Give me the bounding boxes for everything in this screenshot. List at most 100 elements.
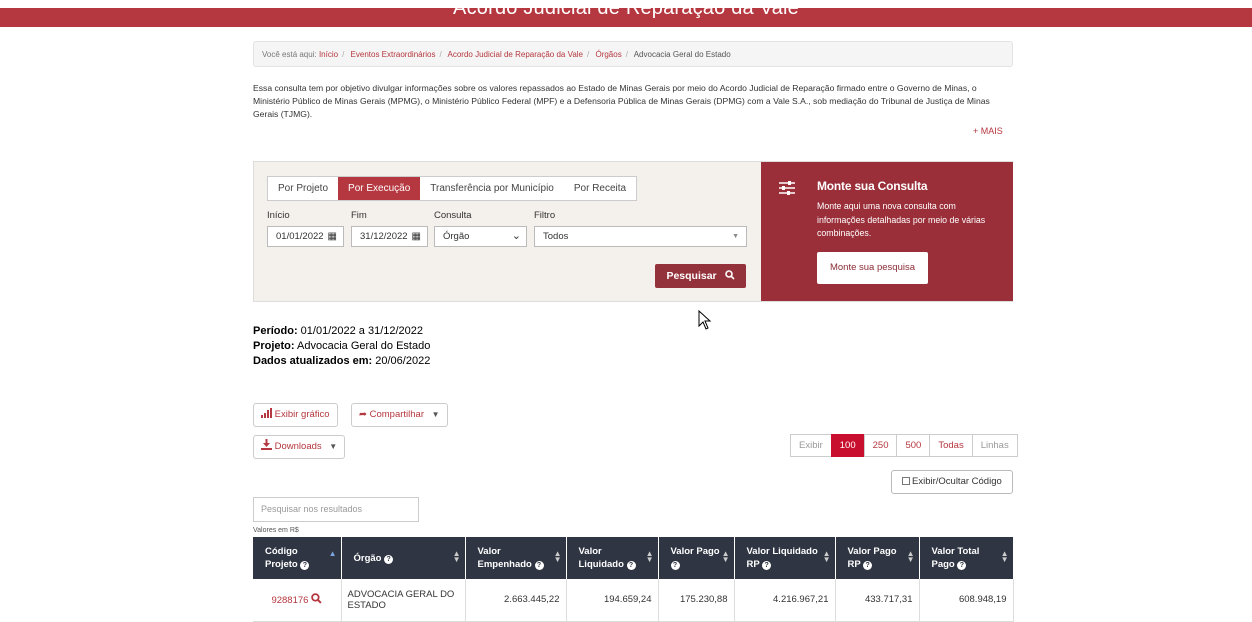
- compartilhar-button[interactable]: ➦ Compartilhar ▼: [351, 403, 448, 427]
- exibir-grafico-button[interactable]: Exibir gráfico: [253, 403, 338, 427]
- exibir-grafico-label: Exibir gráfico: [274, 409, 330, 420]
- compartilhar-label: Compartilhar: [369, 409, 424, 420]
- col-header-codigo[interactable]: Código Projeto ? ▲: [253, 537, 342, 579]
- results-table: Código Projeto ? ▲ Órgão ? ▲ ▼ Valor Empenh…: [253, 537, 1014, 622]
- sort-icon: ▲ ▼: [1000, 549, 1009, 564]
- monte-pesquisa-button[interactable]: Monte sua pesquisa: [817, 252, 928, 284]
- periodo-value: 01/01/2022 a 31/12/2022: [297, 325, 424, 337]
- codigo-link[interactable]: 9288176: [271, 595, 308, 606]
- periodo-label: Período:: [253, 325, 298, 337]
- breadcrumb-eventos[interactable]: Eventos Extraordinários: [351, 50, 436, 59]
- tab-por-projeto[interactable]: Por Projeto: [268, 177, 338, 200]
- cell-valor-liquidado: 194.659,24: [566, 579, 659, 622]
- col-header-valor-liquidado[interactable]: Valor Liquidado ? ▲ ▼: [566, 537, 659, 579]
- calendar-icon: ▦: [327, 231, 337, 242]
- sort-icon: ▲ ▼: [645, 549, 654, 564]
- table-header-row: Código Projeto ? ▲ Órgão ? ▲ ▼ Valor Empenh…: [253, 537, 1014, 579]
- col-header-valor-pago-rp[interactable]: Valor Pago RP ? ▲ ▼: [835, 537, 920, 579]
- search-button-label: Pesquisar: [666, 270, 717, 282]
- col-header-valor-liquidado-rp[interactable]: Valor Liquidado RP ? ▲ ▼: [734, 537, 836, 579]
- more-link[interactable]: + MAIS: [973, 126, 1003, 136]
- calendar-icon: ▦: [411, 231, 421, 242]
- col-header-valor-empenhado[interactable]: Valor Empenhado ? ▲ ▼: [465, 537, 567, 579]
- consulta-select[interactable]: Órgão ⌄: [434, 226, 527, 247]
- col-label: Valor Empenhado: [477, 546, 532, 570]
- caret-down-icon: ▼: [431, 410, 440, 419]
- mouse-pointer-icon: [698, 310, 712, 330]
- projeto-label: Projeto:: [253, 340, 295, 352]
- bar-chart-icon: [261, 408, 272, 418]
- search-button[interactable]: Pesquisar: [655, 264, 746, 288]
- toggle-code-label: Exibir/Ocultar Código: [912, 476, 1002, 487]
- help-icon: ?: [863, 561, 873, 570]
- col-label: Valor Pago: [670, 546, 720, 557]
- col-label: Órgão: [353, 552, 382, 564]
- monte-consulta-box: Monte sua Consulta Monte aqui uma nova c…: [761, 162, 1013, 301]
- downloads-label: Downloads: [274, 441, 322, 452]
- downloads-button[interactable]: Downloads ▼: [253, 435, 346, 459]
- projeto-value: Advocacia Geral do Estado: [294, 340, 431, 352]
- checkbox-icon: [902, 477, 910, 485]
- chevron-down-icon: ⌄: [511, 230, 521, 242]
- sort-icon: ▲ ▼: [822, 549, 831, 564]
- cell-codigo[interactable]: 9288176: [253, 579, 342, 622]
- sort-icon: ▲ ▼: [452, 549, 461, 564]
- dados-value: 20/06/2022: [372, 355, 431, 367]
- page-size-500[interactable]: 500: [896, 434, 931, 457]
- results-search-input[interactable]: Pesquisar nos resultados: [253, 497, 419, 522]
- fim-date-value: 31/12/2022: [360, 231, 408, 242]
- breadcrumb-inicio[interactable]: Início: [319, 50, 338, 59]
- col-header-orgao[interactable]: Órgão ? ▲ ▼: [341, 537, 466, 579]
- col-header-valor-total-pago[interactable]: Valor Total Pago ? ▲ ▼: [919, 537, 1014, 579]
- cell-valor-empenhado: 2.663.445,22: [465, 579, 567, 622]
- sort-icon: ▲ ▼: [553, 549, 562, 564]
- caret-down-icon: ▼: [329, 442, 338, 451]
- inicio-date-value: 01/01/2022: [276, 231, 324, 242]
- search-icon: [724, 270, 735, 280]
- banner-title: Acordo Judicial de Reparação da Vale: [453, 8, 799, 19]
- inicio-date-field[interactable]: 01/01/2022 ▦: [267, 226, 344, 247]
- help-icon: ?: [534, 561, 544, 570]
- table-row: 9288176 ADVOCACIA GERAL DO ESTADO 2.663.…: [253, 579, 1014, 622]
- intro-text: Essa consulta tem por objetivo divulgar …: [253, 83, 990, 119]
- tab-por-receita[interactable]: Por Receita: [564, 177, 636, 200]
- fim-date-field[interactable]: 31/12/2022 ▦: [351, 226, 428, 247]
- sort-asc-icon: ▲: [328, 549, 337, 558]
- col-label: Valor Liquidado: [578, 546, 624, 570]
- cell-valor-pago: 175.230,88: [658, 579, 735, 622]
- cell-valor-liquidado-rp: 4.216.967,21: [734, 579, 836, 622]
- breadcrumb-current: Advocacia Geral do Estado: [633, 50, 731, 59]
- breadcrumb-acordo[interactable]: Acordo Judicial de Reparação da Vale: [448, 50, 584, 59]
- search-icon[interactable]: [311, 593, 322, 604]
- breadcrumb: Você está aqui: Início / Eventos Extraord…: [253, 41, 1013, 67]
- page-size-250[interactable]: 250: [863, 434, 898, 457]
- help-icon: ?: [626, 561, 636, 570]
- col-label: Código Projeto: [265, 546, 298, 570]
- consulta-value: Órgão: [443, 231, 470, 242]
- filter-panel: Por Projeto Por Execução Transferência p…: [253, 161, 1013, 302]
- pager-suffix: Linhas: [971, 434, 1018, 457]
- pager-label: Exibir: [790, 434, 832, 457]
- tab-transferencia-municipio[interactable]: Transferência por Município: [420, 177, 564, 200]
- help-icon: ?: [762, 561, 772, 570]
- dados-label: Dados atualizados em:: [253, 355, 373, 367]
- cell-valor-total-pago: 608.948,19: [919, 579, 1014, 622]
- caret-down-icon: ▼: [732, 233, 739, 240]
- breadcrumb-prefix: Você está aqui:: [262, 50, 317, 59]
- inicio-label: Início: [267, 210, 290, 221]
- col-label: Valor Total Pago: [931, 546, 980, 570]
- breadcrumb-orgaos[interactable]: Órgãos: [595, 50, 621, 59]
- monte-description: Monte aqui uma nova consulta com informa…: [817, 201, 986, 238]
- toggle-code-button[interactable]: Exibir/Ocultar Código: [891, 470, 1013, 494]
- page-size-todas[interactable]: Todas: [929, 434, 973, 457]
- page-size-100[interactable]: 100: [830, 434, 865, 457]
- top-banner: Acordo Judicial de Reparação da Vale: [0, 8, 1252, 27]
- sort-icon: ▲ ▼: [906, 549, 915, 564]
- sliders-icon: [779, 181, 795, 195]
- col-header-valor-pago[interactable]: Valor Pago ? ▲ ▼: [658, 537, 735, 579]
- filtro-select[interactable]: Todos ▼: [534, 226, 747, 247]
- tab-por-execucao[interactable]: Por Execução: [338, 177, 421, 200]
- values-unit-label: Valores em R$: [253, 527, 299, 534]
- page-size-selector: Exibir 100 250 500 Todas Linhas: [790, 434, 1018, 457]
- sort-icon: ▲ ▼: [721, 549, 730, 564]
